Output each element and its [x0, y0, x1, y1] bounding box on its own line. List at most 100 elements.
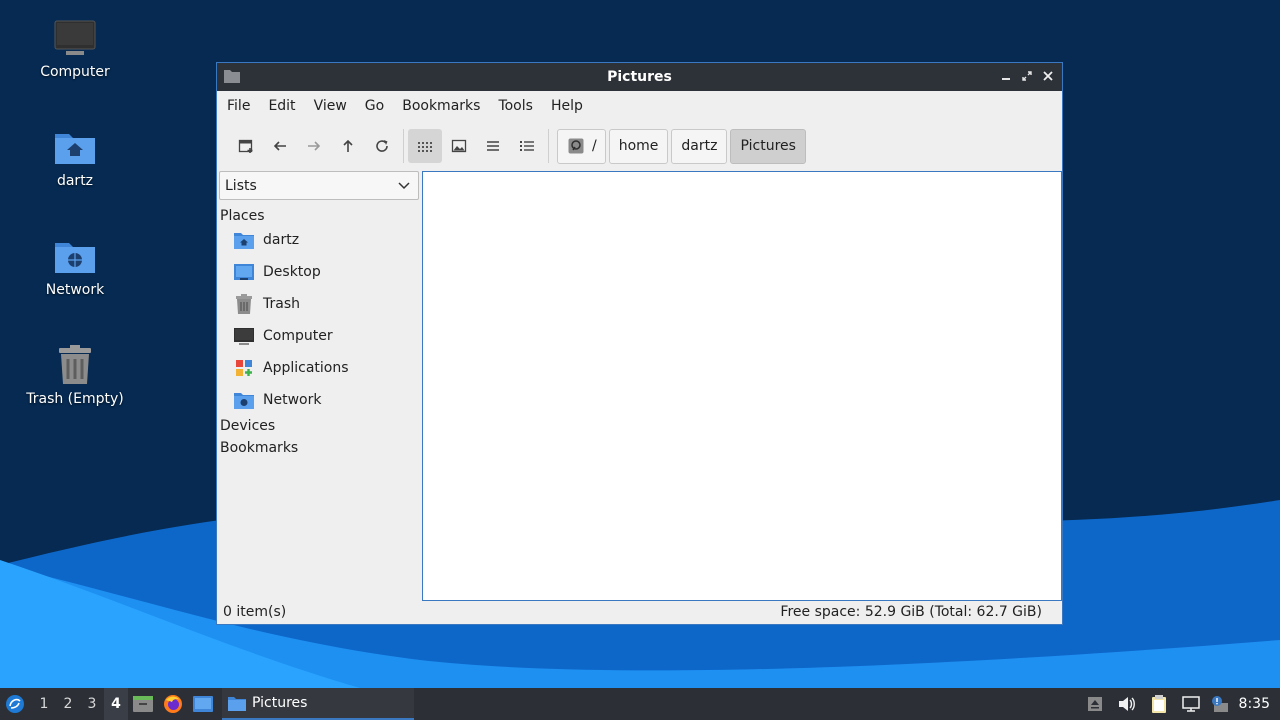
desktop-icon-computer[interactable]: Computer [15, 16, 135, 80]
sidebar-item-label: Desktop [263, 264, 321, 280]
launch-file-manager[interactable] [128, 688, 158, 720]
devices-heading[interactable]: Devices [219, 416, 419, 434]
sidebar-item-label: Computer [263, 328, 333, 344]
network-wired-icon [1181, 696, 1200, 712]
menu-bookmarks[interactable]: Bookmarks [395, 98, 487, 114]
places-heading[interactable]: Places [219, 200, 419, 224]
breadcrumb-pictures[interactable]: Pictures [730, 128, 806, 164]
sidebar: Lists Places dartz Desktop Trash Compute… [219, 171, 419, 601]
sidebar-item-label: Applications [263, 360, 349, 376]
desktop-icon-label: Computer [40, 64, 110, 80]
tray-network[interactable] [1175, 688, 1207, 720]
minimize-icon [1001, 78, 1010, 80]
sidebar-item-label: dartz [263, 232, 300, 248]
workspace-4[interactable]: 4 [104, 688, 128, 720]
tray-clipboard[interactable] [1143, 688, 1175, 720]
desktop-icon-network[interactable]: Network [15, 234, 135, 298]
desktop-icon-label: dartz [56, 173, 94, 189]
firefox-icon [164, 695, 182, 713]
system-tray: 8:35 [1079, 688, 1280, 720]
arrow-up-icon [343, 139, 353, 152]
desktop-icon [233, 262, 255, 282]
breadcrumb-root[interactable]: / [557, 128, 606, 164]
sidebar-item-computer[interactable]: Computer [219, 320, 419, 352]
folder-icon [224, 69, 240, 83]
home-folder-icon [53, 125, 97, 169]
image-icon [451, 139, 467, 153]
icon-grid-icon [418, 142, 432, 152]
lubuntu-logo-icon [6, 695, 24, 713]
start-menu-button[interactable] [0, 688, 30, 720]
menu-view[interactable]: View [307, 98, 354, 114]
thumbnail-view-button[interactable] [442, 129, 476, 163]
sidebar-item-label: Network [263, 392, 322, 408]
forward-button[interactable] [297, 129, 331, 163]
sidebar-item-desktop[interactable]: Desktop [219, 256, 419, 288]
tray-updates[interactable] [1207, 688, 1233, 720]
show-desktop-button[interactable] [188, 688, 218, 720]
menu-go[interactable]: Go [358, 98, 391, 114]
statusbar: 0 item(s) Free space: 52.9 GiB (Total: 6… [217, 600, 1062, 624]
file-list-area[interactable] [422, 171, 1062, 601]
clipboard-icon [1151, 695, 1166, 713]
chevron-down-icon [398, 181, 410, 189]
file-manager-icon [133, 696, 153, 712]
desktop-icon-trash[interactable]: Trash (Empty) [15, 343, 135, 407]
up-button[interactable] [331, 129, 365, 163]
applications-icon [233, 358, 255, 378]
minimize-button[interactable] [997, 67, 1014, 85]
menu-tools[interactable]: Tools [491, 98, 540, 114]
arrow-left-icon [273, 141, 286, 151]
arrow-right-icon [308, 141, 321, 151]
titlebar[interactable]: Pictures [217, 63, 1062, 91]
sidebar-item-network[interactable]: Network [219, 384, 419, 416]
trash-icon [233, 294, 255, 314]
desktop-icon-home[interactable]: dartz [15, 125, 135, 189]
reload-button[interactable] [365, 129, 399, 163]
desktop-icon-label: Trash (Empty) [26, 391, 124, 407]
toolbar: / home dartz Pictures [217, 121, 1062, 171]
item-count: 0 item(s) [223, 604, 287, 620]
workspace-3[interactable]: 3 [80, 688, 104, 720]
update-notifier-icon [1211, 696, 1228, 712]
computer-icon [53, 16, 97, 60]
sidebar-item-label: Trash [263, 296, 300, 312]
close-icon [1042, 71, 1053, 81]
maximize-button[interactable] [1018, 67, 1035, 85]
launch-firefox[interactable] [158, 688, 188, 720]
new-tab-button[interactable] [229, 129, 263, 163]
menu-help[interactable]: Help [544, 98, 590, 114]
volume-icon [1118, 697, 1135, 711]
clock[interactable]: 8:35 [1233, 696, 1280, 712]
side-pane-selector-value: Lists [225, 177, 257, 194]
breadcrumb-root-label: / [592, 138, 597, 154]
task-pictures[interactable]: Pictures [222, 688, 414, 720]
eject-icon [1087, 697, 1102, 711]
menu-edit[interactable]: Edit [261, 98, 302, 114]
close-button[interactable] [1039, 67, 1056, 85]
tray-volume[interactable] [1111, 688, 1143, 720]
compact-view-button[interactable] [476, 129, 510, 163]
back-button[interactable] [263, 129, 297, 163]
tray-eject[interactable] [1079, 688, 1111, 720]
bookmarks-heading[interactable]: Bookmarks [219, 434, 419, 456]
toolbar-separator [548, 129, 549, 163]
menu-file[interactable]: File [220, 98, 257, 114]
computer-icon [233, 326, 255, 346]
taskbar: 1 2 3 4 Pictures 8:35 [0, 688, 1280, 720]
sidebar-item-applications[interactable]: Applications [219, 352, 419, 384]
reload-icon [376, 140, 388, 152]
breadcrumb: / home dartz Pictures [557, 128, 806, 164]
sidebar-item-trash[interactable]: Trash [219, 288, 419, 320]
icon-view-button[interactable] [408, 129, 442, 163]
workspace-1[interactable]: 1 [32, 688, 56, 720]
breadcrumb-dartz[interactable]: dartz [671, 128, 728, 164]
task-label: Pictures [252, 695, 308, 711]
menubar: File Edit View Go Bookmarks Tools Help [217, 91, 1062, 121]
sidebar-item-dartz[interactable]: dartz [219, 224, 419, 256]
breadcrumb-home[interactable]: home [608, 128, 669, 164]
side-pane-selector[interactable]: Lists [219, 171, 419, 200]
new-tab-icon [238, 139, 253, 153]
workspace-2[interactable]: 2 [56, 688, 80, 720]
detailed-view-button[interactable] [510, 129, 544, 163]
